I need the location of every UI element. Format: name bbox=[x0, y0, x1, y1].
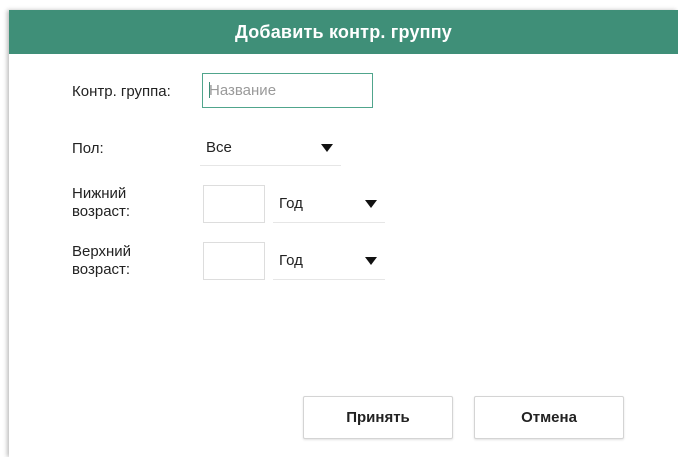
triangle-down-icon bbox=[365, 256, 377, 265]
upper-age-label-line1: Верхний bbox=[72, 243, 132, 260]
group-name-label: Контр. группа: bbox=[72, 83, 171, 100]
sex-select[interactable]: Все bbox=[200, 130, 341, 166]
upper-age-label-line2: возраст: bbox=[72, 261, 131, 278]
text-caret bbox=[209, 82, 210, 98]
lower-age-label-line2: возраст: bbox=[72, 203, 131, 220]
lower-age-input[interactable] bbox=[203, 185, 265, 223]
sex-select-value: Все bbox=[206, 139, 232, 156]
accept-button[interactable]: Принять bbox=[303, 396, 453, 439]
upper-age-unit-select[interactable]: Год bbox=[273, 242, 385, 280]
top-strip bbox=[0, 0, 678, 10]
dialog-header: Добавить контр. группу bbox=[9, 10, 678, 54]
lower-age-label-line1: Нижний bbox=[72, 185, 127, 202]
dialog-title: Добавить контр. группу bbox=[234, 21, 453, 42]
triangle-down-icon bbox=[321, 143, 333, 152]
cancel-button[interactable]: Отмена bbox=[474, 396, 624, 439]
screen: Добавить контр. группу Контр. группа: По… bbox=[0, 0, 678, 457]
lower-age-unit-select[interactable]: Год bbox=[273, 185, 385, 223]
add-control-group-dialog: Добавить контр. группу Контр. группа: По… bbox=[9, 10, 678, 457]
lower-age-unit-value: Год bbox=[279, 195, 303, 212]
sex-label: Пол: bbox=[72, 140, 104, 157]
triangle-down-icon bbox=[365, 199, 377, 208]
upper-age-unit-value: Год bbox=[279, 252, 303, 269]
group-name-input[interactable] bbox=[202, 73, 373, 108]
upper-age-input[interactable] bbox=[203, 242, 265, 280]
